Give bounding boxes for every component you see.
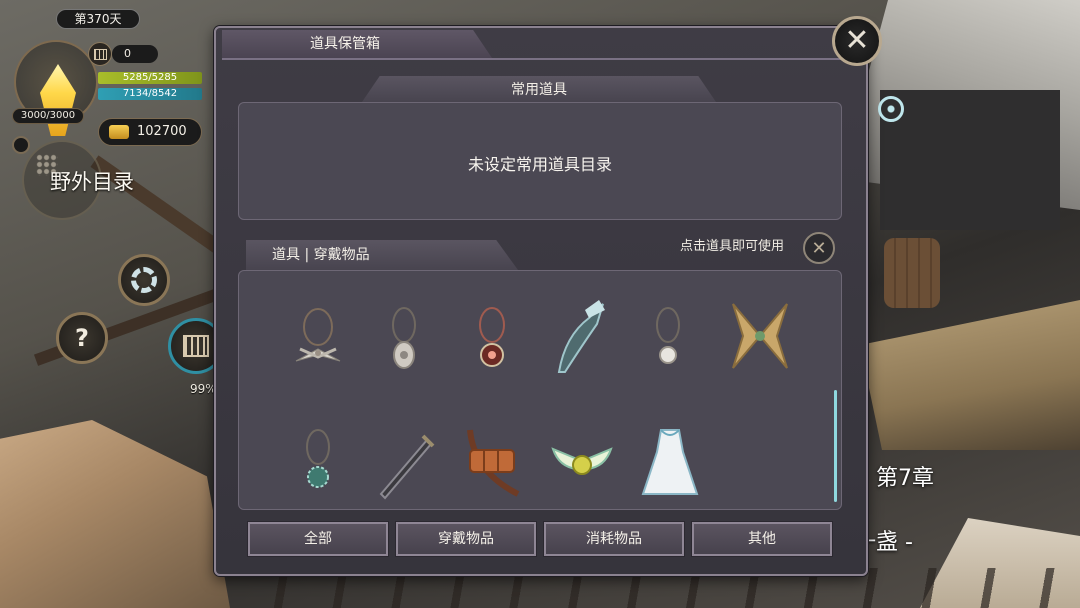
white-dress-armor-icon[interactable] <box>628 420 712 504</box>
close-button[interactable]: ✕ <box>832 16 882 66</box>
usage-hint: 点击道具即可使用 <box>680 239 785 254</box>
help-button[interactable]: ? <box>56 312 108 364</box>
tent-scenery <box>860 300 1080 450</box>
pearl-pendant-necklace-icon[interactable] <box>626 298 710 382</box>
inventory-tab[interactable]: 道具 | 穿戴物品 <box>246 240 518 270</box>
dark-sword-icon[interactable] <box>364 420 448 504</box>
question-icon: ? <box>75 324 89 352</box>
calendar-icon <box>183 335 209 357</box>
inventory-scrollbar[interactable] <box>834 390 837 502</box>
progress-percent: 99% <box>190 382 217 396</box>
hp-bar: 5285/5285 <box>98 72 202 84</box>
golden-wings-accessory-icon[interactable] <box>718 294 802 378</box>
barrel-scenery <box>884 238 940 308</box>
settings-button[interactable] <box>118 254 170 306</box>
hint-close-button[interactable]: ✕ <box>803 232 835 264</box>
mp-bar: 7134/8542 <box>98 88 202 100</box>
day-counter: 第370天 <box>56 9 140 29</box>
gold-icon <box>109 125 129 139</box>
chapter-label: 第7章 <box>876 466 934 491</box>
gear-icon <box>131 267 157 293</box>
leather-pouch-belt-icon[interactable] <box>452 420 536 504</box>
hud-knob <box>12 136 30 154</box>
common-items-panel: 未设定常用道具目录 <box>238 102 842 220</box>
gold-counter: 102700 <box>98 118 202 146</box>
location-marker-icon[interactable] <box>878 96 904 122</box>
filter-wearable-button[interactable]: 穿戴物品 <box>395 521 537 557</box>
filter-other-button[interactable]: 其他 <box>691 521 833 557</box>
crossed-wings-necklace-icon[interactable] <box>276 298 360 382</box>
winged-charm-icon[interactable] <box>540 420 624 504</box>
title-divider <box>222 58 860 60</box>
filter-consumable-button[interactable]: 消耗物品 <box>543 521 685 557</box>
house-scenery <box>880 90 1060 230</box>
filter-all-button[interactable]: 全部 <box>247 521 389 557</box>
window-title: 道具保管箱 <box>222 30 492 58</box>
calendar-count: 0 <box>112 45 158 63</box>
spiked-orb-necklace-icon[interactable] <box>276 420 360 504</box>
ruby-amulet-necklace-icon[interactable] <box>450 298 534 382</box>
gold-amount: 102700 <box>137 124 187 139</box>
crystal-blade-weapon-icon[interactable] <box>538 294 622 378</box>
crystal-value: 3000/3000 <box>12 108 84 124</box>
silver-pendant-necklace-icon[interactable] <box>362 298 446 382</box>
rock-scenery <box>0 420 230 608</box>
calendar-small-icon <box>88 42 112 66</box>
field-directory-label[interactable]: 野外目录 <box>50 166 134 196</box>
common-items-header: 常用道具 <box>362 76 716 102</box>
common-items-empty-message: 未设定常用道具目录 <box>467 155 612 174</box>
